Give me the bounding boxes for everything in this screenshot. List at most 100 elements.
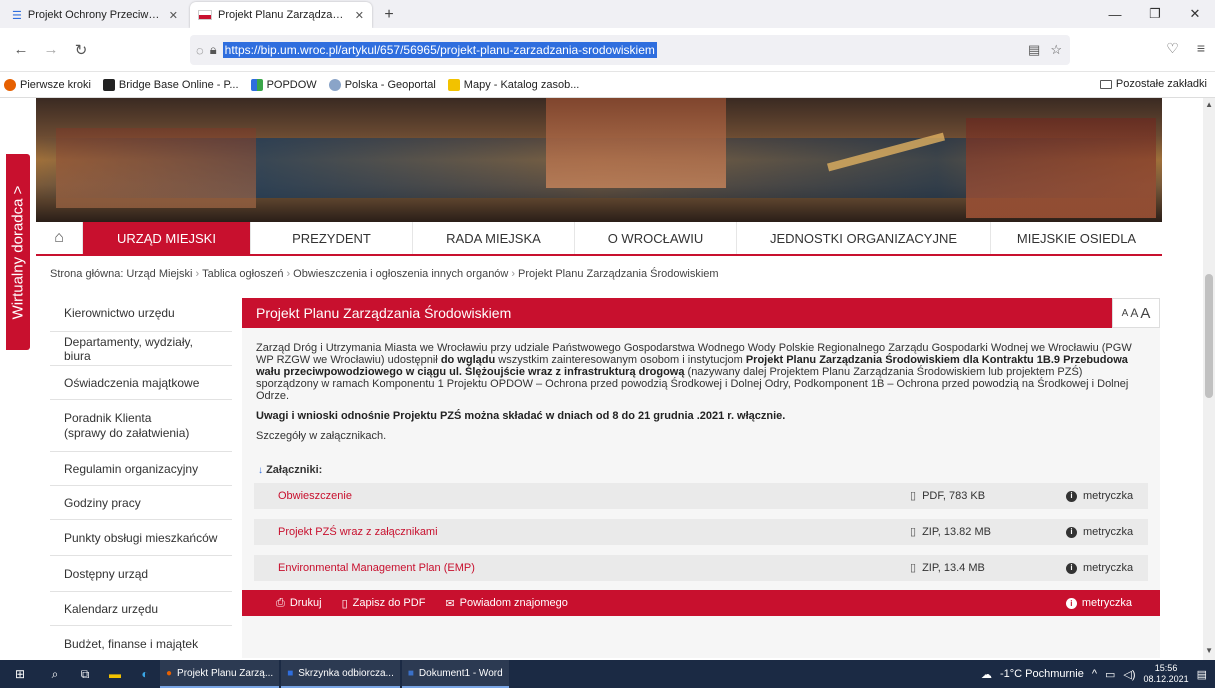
bookmark-pierwsze-kroki[interactable]: Pierwsze kroki <box>4 78 91 91</box>
virtual-advisor-label: Wirtualny doradca <box>9 198 27 319</box>
pocket-icon[interactable]: ♡ <box>1166 40 1179 57</box>
sidebar-item-departamenty[interactable]: Departamenty, wydziały, biura <box>50 332 232 366</box>
sidebar-item-godziny[interactable]: Godziny pracy <box>50 486 232 520</box>
bookmark-mapy[interactable]: Mapy - Katalog zasob... <box>447 78 579 91</box>
nav-jednostki-organizacyjne[interactable]: JEDNOSTKI ORGANIZACYJNE <box>736 222 990 254</box>
bookmark-geoportal[interactable]: Polska - Geoportal <box>328 78 436 91</box>
reader-view-icon[interactable]: ▤ <box>1028 42 1040 58</box>
info-icon: i <box>1066 526 1077 538</box>
forward-arrow-icon[interactable]: → <box>36 35 66 65</box>
article-paragraph-3: Szczegóły w załącznikach. <box>256 430 387 442</box>
speaker-icon[interactable]: ◁) <box>1123 668 1135 681</box>
info-icon: i <box>1065 597 1077 609</box>
print-button[interactable]: ⎙ Drukuj <box>276 597 322 610</box>
taskbar-app-word[interactable]: ■ Dokument1 - Word <box>401 660 509 688</box>
font-size-medium[interactable]: A <box>1130 306 1138 320</box>
tray-chevron-up-icon[interactable]: ^ <box>1092 668 1097 680</box>
attachment-link[interactable]: Environmental Management Plan (EMP) <box>278 562 1132 574</box>
weather-text[interactable]: -1°C Pochmurnie <box>1000 668 1084 680</box>
lock-icon[interactable]: 🔒︎ <box>210 42 217 58</box>
metryczka-link[interactable]: i metryczka <box>1066 562 1133 574</box>
minimize-icon[interactable]: — <box>1095 0 1135 28</box>
attachments-label: ↓ Załączniki: <box>258 464 323 476</box>
notify-friend-button[interactable]: ✉ Powiadom znajomego <box>445 597 567 610</box>
nav-o-wroclawiu[interactable]: O WROCŁAWIU <box>574 222 736 254</box>
address-bar[interactable]: ◌ 🔒︎ https://bip.um.wroc.pl/artykul/657/… <box>190 35 1070 65</box>
geoportal-icon <box>328 78 341 91</box>
page-scrollbar[interactable] <box>1203 98 1215 660</box>
font-size-small[interactable]: A <box>1122 308 1129 319</box>
nav-prezydent[interactable]: PREZYDENT <box>250 222 412 254</box>
tab-close-icon[interactable]: ✕ <box>169 9 178 22</box>
attachment-link[interactable]: Projekt PZŚ wraz z załącznikami <box>278 526 1132 538</box>
edge-icon[interactable]: ◐ <box>130 660 160 688</box>
sidebar-item-regulamin[interactable]: Regulamin organizacyjny <box>50 452 232 486</box>
sidebar-item-budzet[interactable]: Budżet, finanse i majątek <box>50 626 232 660</box>
sidebar-item-dostepny[interactable]: Dostępny urząd <box>50 556 232 592</box>
bookmark-star-icon[interactable]: ☆ <box>1050 42 1062 58</box>
shield-icon[interactable]: ◌ <box>196 43 204 58</box>
bookmark-bridge-base[interactable]: Bridge Base Online - P... <box>102 78 239 91</box>
tab-close-icon[interactable]: ✕ <box>355 9 364 22</box>
windows-start-icon[interactable]: ⊞ <box>0 660 40 688</box>
firefox-icon <box>4 78 16 91</box>
taskbar-app-outlook[interactable]: ■ Skrzynka odbiorcza... <box>281 660 400 688</box>
back-arrow-icon[interactable]: ← <box>6 35 36 65</box>
close-window-icon[interactable]: ✕ <box>1175 0 1215 28</box>
mapy-icon <box>447 78 460 91</box>
browser-tab-2[interactable]: Projekt Planu Zarządzania Środ ✕ <box>190 2 372 28</box>
scroll-up-icon[interactable]: ▲ <box>1205 100 1213 109</box>
browser-tab-1[interactable]: ☰ Projekt Ochrony Przeciwpowodz ✕ <box>4 2 186 28</box>
menu-icon[interactable]: ≡ <box>1197 40 1205 57</box>
folder-icon <box>1099 79 1112 89</box>
breadcrumb-home[interactable]: Strona główna: Urząd Miejski <box>50 268 192 280</box>
nav-miejskie-osiedla[interactable]: MIEJSKIE OSIEDLA <box>990 222 1162 254</box>
reload-icon[interactable]: ↻ <box>66 35 96 65</box>
article-paragraph-2: Uwagi i wnioski odnośnie Projektu PZŚ mo… <box>256 410 786 422</box>
chevron-right-icon: > <box>9 185 27 194</box>
other-bookmarks[interactable]: Pozostałe zakładki <box>1099 78 1207 90</box>
restore-icon[interactable]: ❐ <box>1135 0 1175 28</box>
outlook-icon: ■ <box>287 667 294 679</box>
scrollbar-thumb[interactable] <box>1205 274 1213 398</box>
attachment-meta: ▯ PDF, 783 KB <box>910 490 986 502</box>
metryczka-link[interactable]: i metryczka <box>1066 490 1133 502</box>
attachment-row[interactable]: Projekt PZŚ wraz z załącznikami ▯ ZIP, 13… <box>254 519 1148 545</box>
font-size-large[interactable]: A <box>1140 305 1150 322</box>
task-view-icon[interactable]: ⧉ <box>70 660 100 688</box>
bookmark-popdow[interactable]: POPDOW <box>250 78 317 91</box>
file-explorer-icon[interactable]: ▬ <box>100 660 130 688</box>
sidebar-item-kalendarz[interactable]: Kalendarz urzędu <box>50 592 232 626</box>
attachment-link[interactable]: Obwieszczenie <box>278 490 1132 502</box>
home-icon[interactable]: ⌂ <box>36 222 82 254</box>
virtual-advisor-tab[interactable]: Wirtualny doradca > <box>6 154 30 350</box>
new-tab-button[interactable]: + <box>376 2 402 28</box>
sidebar-item-poradnik[interactable]: Poradnik Klienta (sprawy do załatwienia) <box>50 400 232 452</box>
toolbar-metryczka-link[interactable]: i metryczka <box>1065 597 1132 609</box>
main-navigation: ⌂ URZĄD MIEJSKI PREZYDENT RADA MIEJSKA O… <box>36 222 1162 256</box>
taskbar-app-firefox[interactable]: ● Projekt Planu Zarzą... <box>160 660 280 688</box>
nav-urzad-miejski[interactable]: URZĄD MIEJSKI <box>82 222 250 254</box>
save-pdf-button[interactable]: ▯ Zapisz do PDF <box>342 597 426 610</box>
attachment-meta: ▯ ZIP, 13.4 MB <box>910 562 985 574</box>
scroll-down-icon[interactable]: ▼ <box>1205 646 1213 655</box>
sidebar-item-oswiadczenia[interactable]: Oświadczenia majątkowe <box>50 366 232 400</box>
breadcrumb: Strona główna: Urząd Miejski › Tablica ogł… <box>50 268 719 280</box>
weather-icon[interactable]: ☁ <box>981 668 992 681</box>
sidebar-item-kierownictwo[interactable]: Kierownictwo urzędu <box>50 294 232 332</box>
attachment-row[interactable]: Obwieszczenie ▯ PDF, 783 KB i metryczka <box>254 483 1148 509</box>
sidebar-item-punkty[interactable]: Punkty obsługi mieszkańców <box>50 520 232 556</box>
network-icon[interactable]: ▭ <box>1105 668 1115 681</box>
search-icon[interactable]: ⌕ <box>40 660 70 688</box>
notifications-icon[interactable]: ▤ <box>1197 668 1207 681</box>
breadcrumb-obwieszczenia[interactable]: Obwieszczenia i ogłoszenia innych organó… <box>293 268 508 280</box>
tab-title: Projekt Ochrony Przeciwpowodz <box>27 9 163 21</box>
nav-rada-miejska[interactable]: RADA MIEJSKA <box>412 222 574 254</box>
breadcrumb-tablica[interactable]: Tablica ogłoszeń <box>202 268 283 280</box>
url-text[interactable]: https://bip.um.wroc.pl/artykul/657/56965… <box>222 42 657 58</box>
tab-favicon-icon <box>198 10 212 20</box>
clock[interactable]: 15:56 08.12.2021 <box>1144 663 1189 685</box>
attachment-row[interactable]: Environmental Management Plan (EMP) ▯ ZIP… <box>254 555 1148 581</box>
metryczka-link[interactable]: i metryczka <box>1066 526 1133 538</box>
window-controls: — ❐ ✕ <box>1095 0 1215 28</box>
